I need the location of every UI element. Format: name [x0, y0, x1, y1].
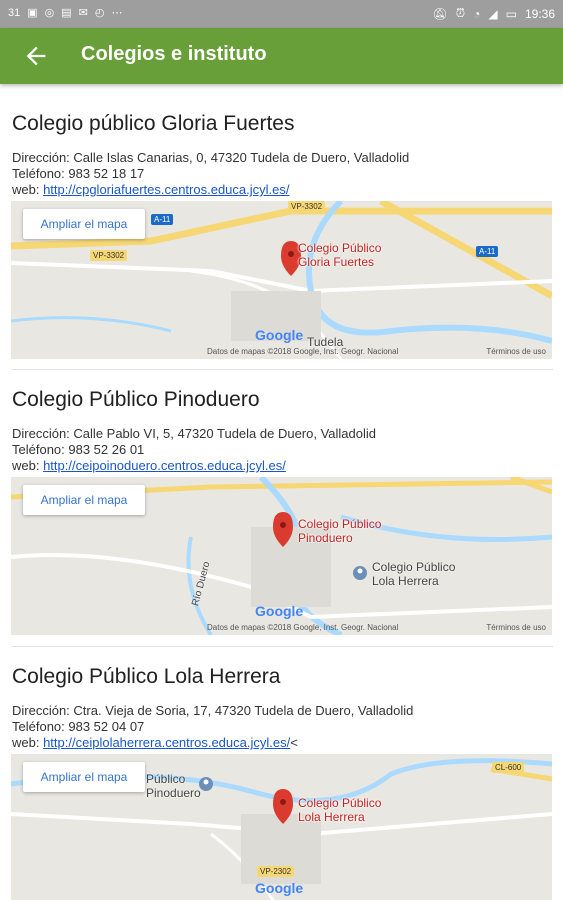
- app-bar: Colegios e instituto: [0, 28, 563, 84]
- map-poi-label: Colegio Público Lola Herrera: [372, 560, 456, 588]
- mute-icon: 🔕︎: [432, 6, 448, 21]
- school-phone: Teléfono: 983 52 18 17: [12, 166, 145, 181]
- calendar-icon: 31: [8, 7, 21, 19]
- map-attribution: Datos de mapas ©2018 Google, Inst. Geogr…: [207, 347, 399, 356]
- page-title: Colegios e instituto: [81, 43, 267, 65]
- message-icon: ▣: [27, 7, 38, 19]
- map-terms-link[interactable]: Términos de uso: [486, 347, 546, 356]
- school-map[interactable]: Ampliar el mapa Colegio Público Pinoduer…: [11, 477, 552, 635]
- map-attribution: Datos de mapas ©2018 Google, Inst. Geogr…: [207, 623, 399, 632]
- school-info: Dirección: Calle Islas Canarias, 0, 4732…: [12, 150, 409, 198]
- alarm-icon: ⏰︎: [455, 6, 466, 20]
- more-icon: ⋯: [111, 7, 123, 19]
- school-name: Colegio Público Pinoduero: [12, 388, 260, 411]
- school-map[interactable]: VP-3302 A-11 VP-3302 A-11 Ampliar el map…: [11, 201, 552, 359]
- system-icons: 🔕︎ ⏰︎ ◔ ◢ ▭ 19:36: [433, 6, 555, 21]
- clock-icon: ◴: [94, 7, 105, 19]
- school-name: Colegio público Gloria Fuertes: [12, 112, 295, 135]
- google-logo: Google: [255, 603, 304, 619]
- school-web: web: http://ceiplolaherrera.centros.educ…: [12, 735, 298, 750]
- school-web: web: http://ceipoinoduero.centros.educa.…: [12, 458, 286, 473]
- map-pin-label: Colegio Público Lola Herrera: [298, 796, 382, 824]
- notification-icons: 31 ▣ ◎ ▤ ✉ ◴ ⋯: [8, 6, 123, 20]
- road-label: CL-600: [492, 762, 525, 773]
- school-web: web: http://cpgloriafuertes.centros.educ…: [12, 182, 290, 197]
- school-info: Dirección: Calle Pablo VI, 5, 47320 Tude…: [12, 426, 376, 474]
- school-phone: Teléfono: 983 52 26 01: [12, 442, 145, 457]
- school-address: Dirección: Calle Islas Canarias, 0, 4732…: [12, 150, 410, 165]
- school-address: Dirección: Calle Pablo VI, 5, 47320 Tude…: [12, 426, 376, 441]
- road-label: VP-3302: [90, 250, 128, 261]
- map-poi-label: Público Pinoduero: [146, 772, 201, 800]
- status-bar: 31 ▣ ◎ ▤ ✉ ◴ ⋯ 🔕︎ ⏰︎ ◔ ◢ ▭ 19:36: [0, 0, 563, 28]
- mail-icon: ✉: [78, 7, 88, 19]
- signal-icon: ◢: [488, 6, 498, 21]
- image-icon: ▤: [61, 7, 72, 19]
- google-logo: Google: [255, 327, 304, 343]
- map-pin-label: Colegio Público Gloria Fuertes: [298, 241, 382, 269]
- school-web-link[interactable]: http://cpgloriafuertes.centros.educa.jcy…: [43, 182, 289, 197]
- wifi-icon: ◔: [473, 6, 481, 21]
- school-web-link[interactable]: http://ceipoinoduero.centros.educa.jcyl.…: [43, 458, 286, 473]
- card-divider: [12, 646, 553, 647]
- back-arrow-icon[interactable]: [22, 42, 50, 70]
- road-label: VP-2302: [257, 866, 295, 877]
- map-pin-label: Colegio Público Pinoduero: [298, 517, 382, 545]
- google-logo: Google: [255, 880, 304, 896]
- school-address: Dirección: Ctra. Vieja de Soria, 17, 473…: [12, 703, 414, 718]
- road-label: A-11: [476, 246, 499, 257]
- school-info: Dirección: Ctra. Vieja de Soria, 17, 473…: [12, 703, 413, 751]
- school-phone: Teléfono: 983 52 04 07: [12, 719, 145, 734]
- expand-map-button[interactable]: Ampliar el mapa: [23, 485, 145, 515]
- road-label: A-11: [151, 214, 174, 225]
- school-web-link[interactable]: http://ceiplolaherrera.centros.educa.jcy…: [43, 735, 290, 750]
- card-divider: [12, 369, 553, 370]
- clock-time: 19:36: [524, 6, 555, 21]
- school-list[interactable]: Colegio público Gloria Fuertes Dirección…: [0, 84, 563, 900]
- school-map[interactable]: CL-600 VP-2302 Ampliar el mapa Público P…: [11, 754, 552, 900]
- whatsapp-icon: ◎: [44, 7, 55, 19]
- map-terms-link[interactable]: Términos de uso: [486, 623, 546, 632]
- road-label: VP-3302: [288, 201, 326, 212]
- web-suffix: <: [290, 735, 298, 750]
- expand-map-button[interactable]: Ampliar el mapa: [23, 762, 145, 792]
- school-name: Colegio Público Lola Herrera: [12, 665, 281, 688]
- expand-map-button[interactable]: Ampliar el mapa: [23, 209, 145, 239]
- battery-icon: ▭: [505, 6, 517, 21]
